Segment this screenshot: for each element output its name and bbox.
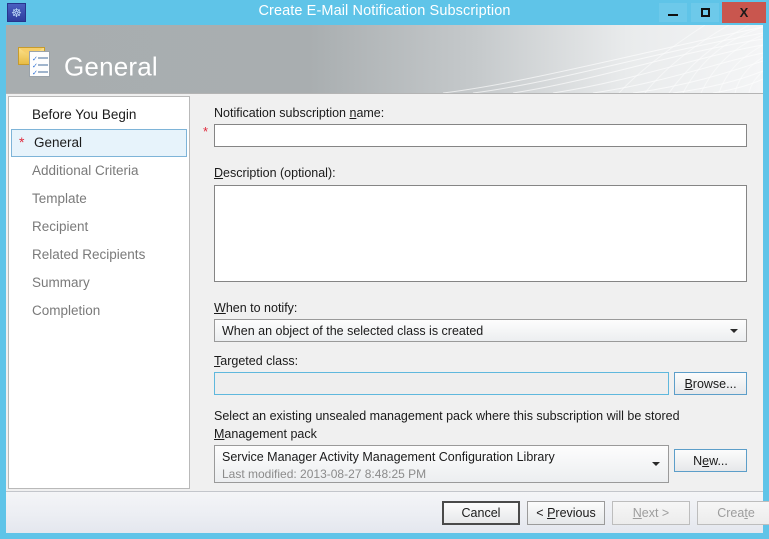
cancel-button[interactable]: Cancel [442,501,520,525]
page-title: General [64,51,158,82]
management-pack-dropdown[interactable]: Service Manager Activity Management Conf… [214,445,669,483]
name-required-asterisk-icon: * [203,124,209,139]
targeted-class-input[interactable] [214,372,669,395]
dialog-footer: Cancel < Previous Next > Create [6,491,769,533]
minimize-icon [668,14,678,16]
window-title: Create E-Mail Notification Subscription [258,3,511,19]
check-mark-icon: ✓ [32,56,38,63]
next-button-label: Next > [632,506,670,520]
sidebar-item-template[interactable]: Template [10,185,188,213]
check-mark-icon: ✓ [32,63,38,70]
management-pack-last-modified: Last modified: 2013-08-27 8:48:25 PM [222,467,427,481]
new-management-pack-button[interactable]: New... [674,449,747,472]
when-to-notify-label: When to notify: [214,301,298,315]
browse-button-label: Browse... [684,376,737,391]
previous-button[interactable]: < Previous [527,501,605,525]
sidebar-item-label: Related Recipients [32,247,146,262]
maximize-icon [700,8,710,17]
sidebar-item-label: Recipient [32,219,89,234]
sidebar-item-label: General [34,135,83,150]
subscription-name-label: Notification subscription name: [214,106,385,120]
sidebar-item-completion[interactable]: Completion [10,297,188,325]
sidebar-item-label: Template [32,191,87,206]
dialog-window: ☸ Create E-Mail Notification Subscriptio… [0,0,769,539]
wizard-page-content: Notification subscription name: * Descri… [192,96,761,489]
sidebar-item-related-recipients[interactable]: Related Recipients [10,241,188,269]
wizard-banner: ✓ ✓ ✓ General [6,25,763,93]
management-pack-value: Service Manager Activity Management Conf… [222,450,555,464]
checklist-document-icon: ✓ ✓ ✓ [29,51,50,77]
sidebar-item-label: Completion [32,303,101,318]
sidebar-item-label: Before You Begin [32,107,137,122]
next-button: Next > [612,501,690,525]
required-asterisk-icon: * [19,134,25,150]
check-mark-icon: ✓ [32,70,38,77]
doc-line [38,71,48,73]
targeted-class-label: Targeted class: [214,354,299,368]
subscription-name-input[interactable] [214,124,747,147]
minimize-button[interactable] [658,2,688,23]
sidebar-item-summary[interactable]: Summary [10,269,188,297]
management-pack-hint: Select an existing unsealed management p… [214,409,680,423]
window-bottom-edge [0,533,769,539]
when-to-notify-value: When an object of the selected class is … [222,324,484,338]
doc-line [38,64,48,66]
title-bar: ☸ Create E-Mail Notification Subscriptio… [0,0,769,25]
sidebar-item-additional-criteria[interactable]: Additional Criteria [10,157,188,185]
new-button-label: New... [693,453,728,468]
sidebar-item-general[interactable]: * General [11,129,187,157]
wizard-steps-sidebar: Before You Begin * General Additional Cr… [8,96,190,489]
sidebar-item-label: Additional Criteria [32,163,139,178]
chevron-down-icon [730,328,738,333]
sidebar-item-recipient[interactable]: Recipient [10,213,188,241]
browse-button[interactable]: Browse... [674,372,747,395]
sidebar-item-label: Summary [32,275,90,290]
banner-mesh-decoration [442,25,763,93]
when-to-notify-dropdown[interactable]: When an object of the selected class is … [214,319,747,342]
dialog-body: Before You Begin * General Additional Cr… [6,93,763,491]
envelope-checklist-icon: ✓ ✓ ✓ [16,39,56,79]
description-textarea[interactable] [214,185,747,282]
create-button-label: Create [717,506,755,520]
create-button: Create [697,501,769,525]
description-label: Description (optional): [214,166,336,180]
close-button[interactable]: X [722,2,766,23]
doc-line [38,57,48,59]
sidebar-item-before-you-begin[interactable]: Before You Begin [10,101,188,129]
maximize-button[interactable] [690,2,720,23]
window-controls: X [658,2,766,23]
management-pack-label: Management pack [214,427,317,441]
previous-button-label: < Previous [536,506,596,520]
chevron-down-icon [652,462,660,466]
